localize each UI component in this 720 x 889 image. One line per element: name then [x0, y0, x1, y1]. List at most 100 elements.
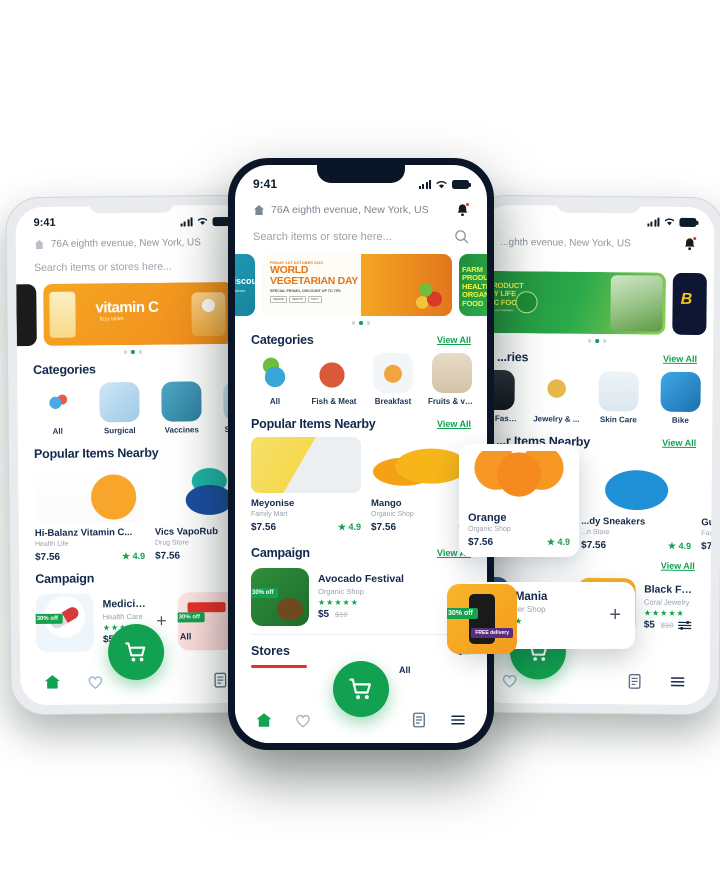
categories-list[interactable]: Men's Fashion Jewelry & ... Skin Care Bi… [477, 369, 712, 431]
campaign-info: Avocado Festival Organic Shop ★★★★★ $5 $… [318, 573, 447, 620]
category-item[interactable]: Bike [656, 371, 705, 424]
item-card[interactable]: Gucq... Fashion... $7.56 [700, 455, 712, 553]
campaign-header: Campaign [19, 564, 251, 591]
category-item-all[interactable]: All [251, 352, 299, 406]
dot[interactable] [587, 338, 592, 343]
address-bar[interactable]: 76A eighth evenue, New York, US [235, 193, 487, 221]
add-campaign-button[interactable]: + [609, 604, 625, 627]
notch [88, 196, 175, 214]
category-item-fish-meat[interactable]: Fish & Meat [310, 352, 358, 406]
cart-fab-button[interactable] [107, 623, 165, 681]
phone-left: 9:41 76A eighth evenue, New York, US Sea… [5, 194, 263, 716]
banner-peek-right[interactable]: B [672, 272, 707, 336]
status-icons [418, 179, 471, 190]
heart-icon[interactable] [500, 671, 518, 689]
search-input[interactable]: Search items or store here... [253, 231, 392, 243]
item-price: $7.56 [581, 539, 607, 551]
floating-campaign-image-tango[interactable]: FREE delivery 30% off [447, 584, 517, 654]
carousel-dots[interactable] [235, 316, 487, 328]
surgical-icon [99, 381, 140, 422]
banner-vitamin-c[interactable]: vitamin C fizzy tablet [43, 281, 234, 346]
popular-view-all-link[interactable]: View All [437, 419, 471, 429]
banner-peek-left[interactable]: Discount medicines [235, 254, 255, 316]
item-name: Meyonise [251, 497, 295, 509]
notification-dot [692, 235, 698, 242]
search-bar[interactable]: Search items or store here... [235, 221, 487, 254]
banner-title: vitamin C [95, 298, 159, 317]
item-card-meyonise[interactable]: Meyonise Family Mart $7.56 ★ 4.9 [251, 436, 361, 533]
filter-icon[interactable] [677, 620, 692, 631]
banner-farm-product[interactable]: Food Campaign FARM PRODUCT HEALTHY LIFE … [481, 270, 666, 335]
popular-items-list[interactable]: Hi-Balanz Vitamin C... Health Life $7.56… [18, 464, 252, 566]
categories-view-all-link[interactable]: View All [663, 353, 697, 363]
jewelry-icon [536, 369, 577, 411]
dot[interactable] [138, 349, 143, 354]
categories-view-all-link[interactable]: View All [437, 335, 471, 345]
grocery-bag-icon [255, 352, 295, 393]
search-input[interactable]: Search items or stores here... [34, 261, 172, 274]
dot[interactable] [123, 350, 128, 354]
category-label: All [269, 396, 281, 406]
campaign-view-all-link[interactable]: View All [661, 560, 695, 570]
dot-active[interactable] [595, 338, 599, 343]
banner-carousel[interactable]: Discount medicines FRIDAY 1ST OCTOBER 20… [235, 254, 487, 316]
category-item[interactable]: All [33, 382, 82, 435]
category-item-breakfast[interactable]: Breakfast [369, 352, 417, 406]
dot[interactable] [351, 321, 356, 325]
categories-header: Categories View All [235, 328, 487, 353]
category-label: Bike [671, 415, 689, 425]
receipt-icon[interactable] [625, 672, 643, 690]
item-price: $7.56 [251, 521, 277, 533]
battery-icon [452, 179, 471, 189]
receipt-icon[interactable] [212, 671, 230, 689]
category-item[interactable]: Skin Care [594, 370, 643, 424]
banner-title-3: ORGANIC FOOD [462, 290, 487, 308]
floating-item-card-orange[interactable]: Orange Organic Shop $7.56 ★ 4.9 [459, 444, 579, 557]
stores-underline [251, 664, 307, 668]
banner-carousel[interactable]: Food Campaign FARM PRODUCT HEALTHY LIFE … [481, 270, 714, 336]
category-item-fruits-veg[interactable]: Fruits & veg... [428, 352, 476, 406]
home-icon[interactable] [255, 711, 273, 729]
item-name: ...dy Sneakers [581, 515, 646, 528]
category-label: All [52, 426, 63, 436]
phone-center: 9:41 76A eighth evenue, New York, US Sea… [228, 158, 494, 750]
free-delivery-badge: FREE delivery [471, 628, 513, 638]
notification-bell-icon[interactable] [456, 202, 470, 217]
address-bar[interactable]: ...ghth evenue, New York, US [482, 227, 714, 255]
home-icon[interactable] [43, 673, 61, 691]
category-item[interactable]: Surgical [95, 381, 144, 435]
search-bar[interactable]: Search items or stores here... [16, 252, 248, 284]
receipt-icon[interactable] [410, 711, 428, 729]
category-item[interactable]: Vaccines [157, 380, 206, 434]
stores-all-label[interactable]: All [399, 665, 411, 675]
notification-bell-icon[interactable] [683, 235, 698, 251]
cart-fab-button[interactable] [333, 661, 389, 717]
add-campaign-button[interactable]: + [156, 611, 171, 632]
address-bar[interactable]: 76A eighth evenue, New York, US [16, 229, 248, 254]
search-icon[interactable] [454, 229, 469, 244]
hamburger-icon[interactable] [449, 711, 467, 729]
item-card[interactable]: Hi-Balanz Vitamin C... Health Life $7.56… [34, 465, 146, 563]
categories-list[interactable]: All Fish & Meat Breakfast Fruits & veg..… [235, 352, 487, 412]
dot[interactable] [366, 321, 371, 325]
popular-view-all-link[interactable]: View All [662, 437, 696, 447]
item-card[interactable]: ...dy Sneakers ...n Store $7.56 ★ 4.9 [581, 454, 692, 552]
address-text: 76A eighth evenue, New York, US [271, 204, 429, 216]
vaccine-icon [161, 380, 202, 422]
stores-all-label[interactable]: All [180, 631, 192, 641]
banner-peek-right[interactable]: FARM PRODUCT HEALTHY LIFE ORGANIC FOOD [459, 254, 487, 316]
hamburger-icon[interactable] [669, 673, 687, 691]
campaign-stars: ★★★★★ [318, 598, 359, 607]
banner-carousel[interactable]: vitamin C fizzy tablet [16, 281, 249, 347]
banner-world-vegetarian-day[interactable]: FRIDAY 1ST OCTOBER 2021 WORLD VEGETARIAN… [262, 254, 452, 316]
dot-active[interactable] [359, 321, 363, 325]
banner-peek-left[interactable] [16, 284, 37, 347]
popular-items-list[interactable]: Meyonise Family Mart $7.56 ★ 4.9 Mango O… [235, 436, 487, 537]
category-item[interactable]: Jewelry & ... [532, 369, 581, 423]
item-meta: $7.56 ★ 4.9 [251, 522, 361, 533]
dot-active[interactable] [131, 349, 135, 354]
heart-icon[interactable] [294, 711, 312, 729]
categories-list[interactable]: All Surgical Vaccines Supplim... [17, 380, 250, 441]
heart-icon[interactable] [87, 672, 105, 690]
dot[interactable] [602, 339, 607, 343]
